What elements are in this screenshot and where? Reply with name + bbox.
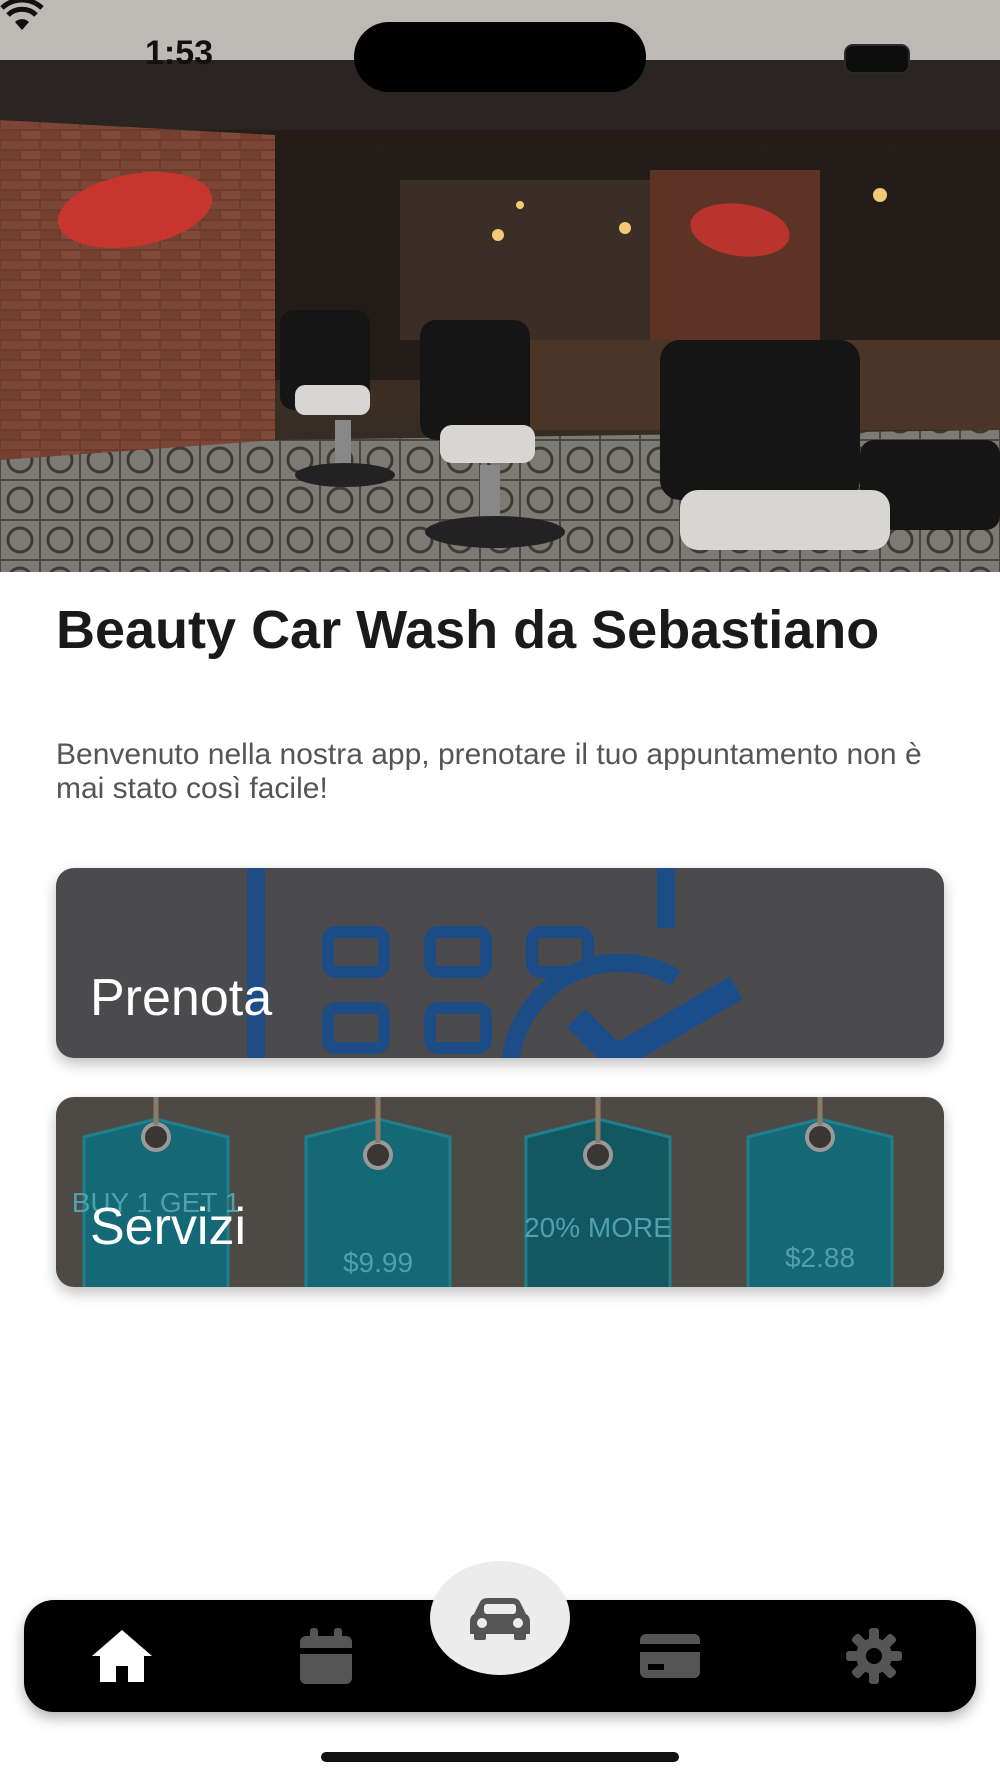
car-icon <box>470 1598 530 1640</box>
wifi-icon <box>0 0 44 30</box>
welcome-text: Benvenuto nella nostra app, prenotare il… <box>56 738 922 805</box>
book-label: Prenota <box>90 969 273 1027</box>
car-tab-button[interactable] <box>430 1561 570 1675</box>
calendar-icon[interactable] <box>294 1624 358 1688</box>
home-indicator <box>321 1752 679 1762</box>
hero-image: 1:53 <box>0 0 1000 572</box>
tag-text-3: 20% MORE <box>524 1212 672 1243</box>
calendar-check-icon <box>247 868 743 1058</box>
gear-icon[interactable] <box>842 1624 906 1688</box>
price-tags-image: BUY 1 GET 1 $9.99 20% MORE $2.88 <box>72 1097 894 1287</box>
book-card[interactable]: Prenota <box>56 868 944 1058</box>
services-label: Servizi <box>90 1198 247 1256</box>
battery-icon <box>844 44 910 74</box>
status-bar: 1:53 <box>0 0 1000 110</box>
services-card[interactable]: BUY 1 GET 1 $9.99 20% MORE $2.88 Servizi <box>56 1097 944 1287</box>
status-time: 1:53 <box>145 34 214 72</box>
home-icon[interactable] <box>90 1624 154 1688</box>
page-title: Beauty Car Wash da Sebastiano <box>56 600 880 660</box>
credit-card-icon[interactable] <box>638 1624 702 1688</box>
tag-text-4: $2.88 <box>785 1242 855 1273</box>
dynamic-island <box>354 22 646 92</box>
tag-text-2: $9.99 <box>343 1247 413 1278</box>
